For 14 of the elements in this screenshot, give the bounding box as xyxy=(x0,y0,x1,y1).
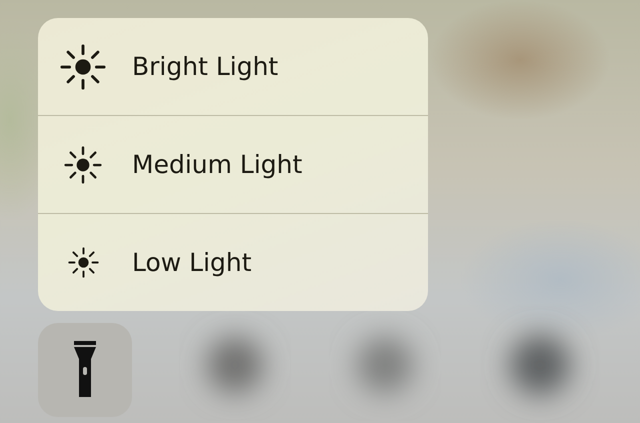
menu-item[interactable]: Bright Light xyxy=(38,18,428,116)
menu-item-label: Bright Light xyxy=(132,52,278,81)
sun-icon xyxy=(64,146,102,184)
sun-icon xyxy=(68,247,98,278)
menu-item-label: Low Light xyxy=(132,248,252,277)
blurred-icon xyxy=(207,337,263,393)
sun-icon xyxy=(60,44,106,90)
menu-item-label: Medium Light xyxy=(132,150,302,179)
menu-item[interactable]: Medium Light xyxy=(38,116,428,214)
blurred-icon xyxy=(510,335,570,395)
flashlight-button[interactable] xyxy=(38,323,132,417)
blurred-icon xyxy=(357,337,413,393)
menu-item[interactable]: Low Light xyxy=(38,214,428,311)
flashlight-icon xyxy=(73,341,97,399)
